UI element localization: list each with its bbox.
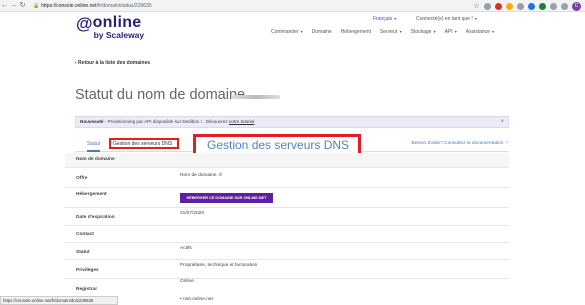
language-selector[interactable]: Français ▾ xyxy=(373,16,396,22)
extension-icon[interactable] xyxy=(506,3,513,10)
contact-label: Contact xyxy=(76,232,94,237)
expiration-value: 21/07/2020 xyxy=(180,211,205,216)
dns-server-value: • ns0.online.net xyxy=(180,297,213,302)
profile-avatar[interactable]: C xyxy=(572,2,581,11)
caret-down-icon: ▾ xyxy=(453,29,457,34)
domain-info-table: Nom de domaine Offre Nom de domaine .fr … xyxy=(65,153,509,305)
extension-icon[interactable] xyxy=(517,3,524,10)
caret-down-icon: ▾ xyxy=(473,16,477,21)
dns-tab-highlight xyxy=(109,138,179,149)
redacted-domain-name xyxy=(232,95,280,99)
extension-icon[interactable] xyxy=(528,3,535,10)
statut-label: Statut xyxy=(76,250,90,255)
table-row: Registrar Online xyxy=(65,279,509,295)
logo-swirl-icon: @ xyxy=(76,14,93,33)
documentation-link[interactable]: Besoin d'aide? Consultez la documentatio… xyxy=(412,141,509,146)
back-to-domains-link[interactable]: ‹ Retour à la liste des domaines xyxy=(75,60,150,66)
caret-down-icon: ▾ xyxy=(398,29,402,34)
table-row: Contact xyxy=(65,226,509,243)
nav-hebergement[interactable]: Hébergement xyxy=(341,29,371,35)
extension-icon[interactable] xyxy=(484,3,491,10)
extension-icon[interactable] xyxy=(539,3,546,10)
forward-arrow-icon[interactable]: → xyxy=(9,0,18,12)
logo-subtitle: by Scaleway xyxy=(93,30,145,40)
caret-down-icon: ▾ xyxy=(393,16,397,21)
hebergement-label: Hébergement xyxy=(76,192,107,197)
lock-icon: 🔒 xyxy=(33,2,40,9)
caret-down-icon: ▾ xyxy=(490,29,495,34)
nav-domaine[interactable]: Domaine xyxy=(312,29,332,35)
table-row: Offre Nom de domaine .fr xyxy=(65,168,509,188)
offre-value: Nom de domaine .fr xyxy=(180,173,223,178)
table-row: Privilèges Propriétaire, technique et fa… xyxy=(65,260,509,279)
star-icon[interactable]: ☆ xyxy=(473,3,480,10)
table-row: Date d'expiration 21/07/2020 xyxy=(65,208,509,226)
account-label: Connecté(e) en tant que ! xyxy=(416,16,473,22)
registrar-label: Registrar xyxy=(76,287,98,292)
page-title: Statut du nom de domaine xyxy=(75,87,246,103)
back-arrow-icon[interactable]: ← xyxy=(0,0,9,12)
close-icon[interactable]: × xyxy=(500,117,504,127)
table-header-row: Nom de domaine xyxy=(65,153,509,168)
nav-serveur[interactable]: Serveur ▾ xyxy=(380,29,402,35)
extension-icon[interactable] xyxy=(561,3,568,10)
caret-down-icon: ▾ xyxy=(432,29,436,34)
expiration-label: Date d'expiration xyxy=(76,215,115,220)
table-row: Statut Actifs xyxy=(65,243,509,260)
extension-icon[interactable] xyxy=(495,3,502,10)
url-host: https://console.online.net xyxy=(41,2,97,9)
nav-assistance[interactable]: Assistance ▾ xyxy=(466,29,494,35)
tab-statut[interactable]: Statut xyxy=(87,141,101,152)
privileges-value: Propriétaire, technique et facturation xyxy=(180,263,258,268)
browser-status-bar: https://console.online.net/fr/domain/dns… xyxy=(0,296,118,305)
tutorial-link[interactable]: notre tutoriel xyxy=(229,119,255,124)
statut-value: Actifs xyxy=(180,246,192,251)
table-header: Nom de domaine xyxy=(76,157,115,162)
reload-icon[interactable]: ↻ xyxy=(18,0,27,12)
privileges-label: Privilèges xyxy=(76,268,99,273)
nav-api[interactable]: API ▾ xyxy=(445,29,457,35)
language-label: Français xyxy=(373,16,393,22)
nav-stockage[interactable]: Stockage ▾ xyxy=(411,29,436,35)
account-menu[interactable]: Connecté(e) en tant que ! ▾ xyxy=(416,16,477,22)
caret-down-icon: ▾ xyxy=(299,29,303,34)
browser-toolbar: ← → ↻ 🔒 https://console.online.net/fr/do… xyxy=(0,0,585,12)
notice-bold: Nouveauté xyxy=(80,119,104,124)
extension-icon[interactable] xyxy=(550,3,557,10)
news-banner: Nouveauté - Provisionning par API dispon… xyxy=(75,116,509,128)
address-bar[interactable]: https://console.online.net/fr/domain/sta… xyxy=(41,3,151,9)
registrar-value: Online xyxy=(180,279,194,284)
table-row: • ns0.online.net xyxy=(65,295,509,305)
table-row: Hébergement HÉBERGER CE DOMAINE SUR ONLI… xyxy=(65,188,509,208)
nav-commander[interactable]: Commander ▾ xyxy=(271,29,303,35)
online-logo[interactable]: @ online by Scaleway xyxy=(76,15,144,40)
browser-extensions: ☆ C xyxy=(473,2,581,11)
main-navigation: Commander ▾ Domaine Hébergement Serveur … xyxy=(271,29,494,35)
offre-label: Offre xyxy=(76,176,88,181)
logo-text: online xyxy=(92,14,142,31)
notice-text: - Provisionning par API disponible sur D… xyxy=(103,119,229,124)
url-path: /fr/domain/status/239635 xyxy=(96,2,152,9)
host-domain-button[interactable]: HÉBERGER CE DOMAINE SUR ONLINE.NET xyxy=(180,193,273,203)
